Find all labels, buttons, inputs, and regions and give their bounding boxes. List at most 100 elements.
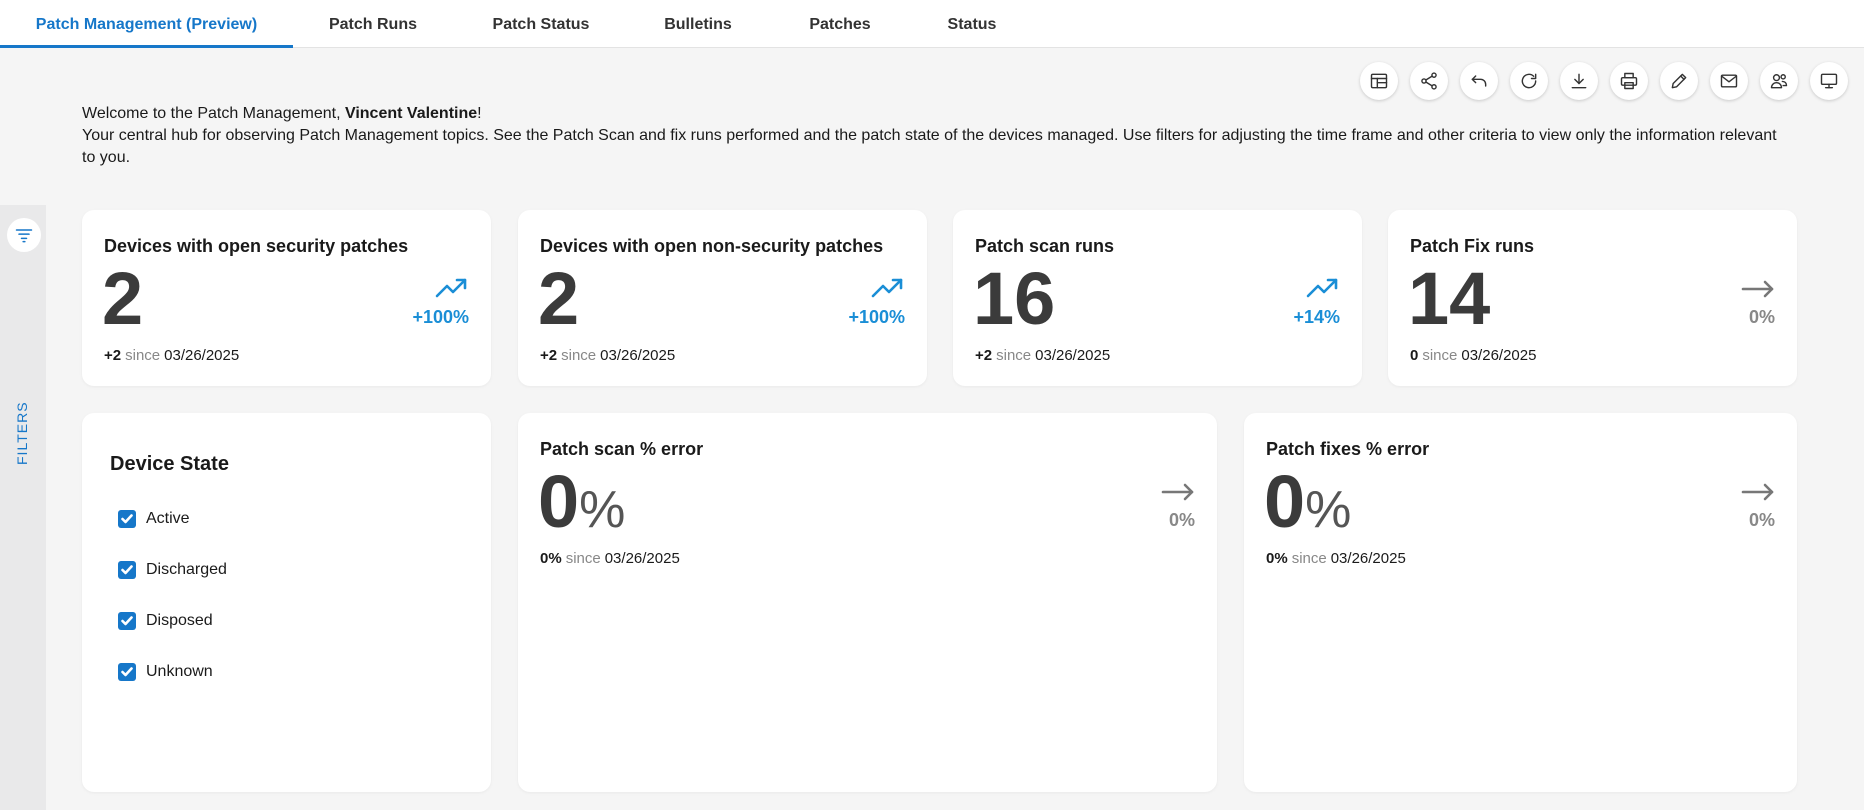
kpi-date: 03/26/2025 [164, 347, 240, 364]
tab-patch-management[interactable]: Patch Management (Preview) [0, 0, 293, 48]
kpi-change: +14% [1293, 307, 1340, 327]
mail-icon [1720, 74, 1738, 88]
kpi-change: 0% [1748, 307, 1775, 327]
kpi-delta: +2 [975, 347, 993, 364]
share-icon [1421, 72, 1437, 90]
device-state-card: Device State Active Discharged Disposed … [82, 413, 491, 792]
kpi-footer: 0 since 03/26/2025 [1410, 347, 1536, 364]
device-state-title: Device State [110, 453, 229, 475]
users-button[interactable] [1760, 62, 1798, 100]
patch-scan-error-card: Patch scan % error 0% 0% 0% since 03/26/20… [518, 413, 1217, 792]
mail-button[interactable] [1710, 62, 1748, 100]
tab-patch-runs[interactable]: Patch Runs [316, 0, 430, 48]
edit-button[interactable] [1660, 62, 1698, 100]
kpi-delta: +2 [104, 347, 122, 364]
checkbox-label: Discharged [146, 561, 227, 578]
kpi-footer: +2 since 03/26/2025 [104, 347, 239, 364]
kpi-trend: 0% [1741, 276, 1775, 328]
kpi-card-patch-fix-runs: Patch Fix runs 14 0% 0 since 03/26/2025 [1388, 210, 1797, 386]
checkbox-checked-icon[interactable] [118, 612, 136, 630]
print-button[interactable] [1610, 62, 1648, 100]
checkbox-label: Active [146, 510, 190, 527]
kpi-since: since [561, 347, 597, 364]
kpi-card-security-patches: Devices with open security patches 2 +10… [82, 210, 491, 386]
greeting-prefix: Welcome to the Patch Management, [82, 105, 345, 122]
kpi-trend: +14% [1293, 276, 1340, 328]
refresh-icon [1521, 73, 1537, 89]
kpi-date: 03/26/2025 [1330, 550, 1406, 567]
kpi-footer: 0% since 03/26/2025 [1266, 550, 1406, 567]
welcome-text: Welcome to the Patch Management, Vincent… [82, 103, 1782, 169]
kpi-since: since [996, 347, 1032, 364]
kpi-change: +100% [848, 307, 905, 327]
monitor-button[interactable] [1810, 62, 1848, 100]
kpi-change: 0% [1168, 510, 1195, 530]
checkbox-checked-icon[interactable] [118, 510, 136, 528]
kpi-footer: 0% since 03/26/2025 [540, 550, 680, 567]
patch-fixes-error-card: Patch fixes % error 0% 0% 0% since 03/26/2… [1244, 413, 1797, 792]
arrow-right-icon [1741, 280, 1774, 298]
kpi-value: 2 [538, 257, 580, 340]
kpi-value: 14 [1408, 257, 1491, 340]
kpi-title: Patch fixes % error [1266, 439, 1430, 459]
table-layout-icon [1370, 73, 1388, 89]
kpi-footer: +2 since 03/26/2025 [540, 347, 675, 364]
kpi-unit: % [579, 481, 626, 539]
kpi-date: 03/26/2025 [604, 550, 680, 567]
users-icon [1770, 74, 1788, 89]
kpi-title: Patch scan % error [540, 439, 704, 459]
checkbox-checked-icon[interactable] [118, 663, 136, 681]
monitor-icon [1820, 73, 1838, 89]
checkbox-disposed[interactable]: Disposed [118, 609, 213, 633]
arrow-right-icon [1161, 483, 1194, 501]
checkbox-active[interactable]: Active [118, 507, 190, 531]
undo-icon [1471, 75, 1487, 87]
kpi-footer: +2 since 03/26/2025 [975, 347, 1110, 364]
kpi-change: +100% [412, 307, 469, 327]
kpi-card-non-security-patches: Devices with open non-security patches 2… [518, 210, 927, 386]
print-icon [1620, 72, 1638, 90]
checkbox-unknown[interactable]: Unknown [118, 660, 213, 684]
refresh-button[interactable] [1510, 62, 1548, 100]
filters-label[interactable]: FILTERS [14, 401, 30, 465]
kpi-date: 03/26/2025 [1461, 347, 1537, 364]
checkbox-discharged[interactable]: Discharged [118, 558, 227, 582]
arrow-right-icon [1741, 483, 1774, 501]
kpi-since: since [565, 550, 601, 567]
tab-bulletins[interactable]: Bulletins [652, 0, 744, 48]
kpi-since: since [1291, 550, 1327, 567]
greeting-suffix: ! [477, 105, 482, 122]
filters-panel[interactable]: FILTERS [0, 205, 46, 810]
kpi-trend: +100% [412, 276, 469, 328]
kpi-delta: 0% [1266, 550, 1288, 567]
tab-status[interactable]: Status [936, 0, 1008, 48]
download-icon [1571, 73, 1587, 89]
kpi-delta: 0 [1410, 347, 1419, 364]
tab-bar: Patch Management (Preview) Patch Runs Pa… [0, 0, 1864, 48]
kpi-value: 16 [973, 257, 1056, 340]
table-layout-button[interactable] [1360, 62, 1398, 100]
user-name: Vincent Valentine [344, 105, 478, 122]
welcome-greeting: Welcome to the Patch Management, Vincent… [82, 103, 1782, 125]
undo-button[interactable] [1460, 62, 1498, 100]
filter-icon [15, 229, 33, 243]
kpi-title: Patch scan runs [975, 236, 1115, 256]
filter-button[interactable] [7, 218, 41, 252]
kpi-date: 03/26/2025 [600, 347, 676, 364]
dashboard-toolbar [1360, 62, 1864, 100]
kpi-value: 0% [1264, 465, 1351, 539]
kpi-date: 03/26/2025 [1035, 347, 1111, 364]
kpi-value: 2 [102, 257, 144, 340]
kpi-delta: 0% [540, 550, 562, 567]
tab-patches[interactable]: Patches [796, 0, 884, 48]
trending-up-icon [1306, 278, 1338, 298]
tab-patch-status[interactable]: Patch Status [480, 0, 602, 48]
kpi-card-patch-scan-runs: Patch scan runs 16 +14% +2 since 03/26/202… [953, 210, 1362, 386]
checkbox-label: Disposed [146, 612, 213, 629]
kpi-trend: 0% [1161, 479, 1195, 531]
kpi-value: 0% [538, 465, 625, 539]
share-button[interactable] [1410, 62, 1448, 100]
checkbox-checked-icon[interactable] [118, 561, 136, 579]
kpi-since: since [1422, 347, 1458, 364]
download-button[interactable] [1560, 62, 1598, 100]
